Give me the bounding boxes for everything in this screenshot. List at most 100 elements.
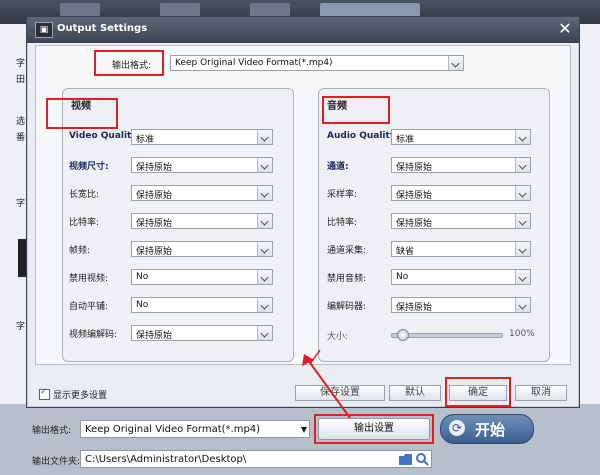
select-value: No <box>136 272 149 282</box>
chevron-down-icon[interactable] <box>257 186 272 200</box>
audio-codec-select[interactable]: 保持原始 <box>391 297 531 313</box>
dialog-title: Output Settings <box>57 23 148 34</box>
chevron-down-icon[interactable] <box>515 186 530 200</box>
close-icon[interactable]: ✕ <box>557 21 573 37</box>
select-value: 保持原始 <box>136 331 173 341</box>
start-button[interactable]: ⟳ 开始 <box>440 414 534 444</box>
left-panel-text: 田 <box>16 75 26 85</box>
audio-bitrate-select[interactable]: 保持原始 <box>391 213 531 229</box>
chevron-down-icon[interactable] <box>257 326 272 340</box>
select-value: 缺省 <box>396 247 415 257</box>
select-value: 保持原始 <box>396 219 433 229</box>
output-format-select[interactable]: Keep Original Video Format(*.mp4) <box>170 55 464 71</box>
video-size-select[interactable]: 保持原始 <box>131 157 273 173</box>
select-value: 保持原始 <box>136 191 173 201</box>
highlight-box <box>94 50 164 76</box>
auto-tile-label: 自动平铺: <box>69 302 109 312</box>
video-bitrate-select[interactable]: 保持原始 <box>131 213 273 229</box>
show-more-label: 显示更多设置 <box>53 391 108 401</box>
chevron-down-icon[interactable] <box>515 270 530 284</box>
select-value: 保持原始 <box>396 191 433 201</box>
chevron-down-icon[interactable] <box>257 298 272 312</box>
channel-label: 通道: <box>327 162 349 172</box>
chevron-down-icon[interactable] <box>515 298 530 312</box>
search-icon[interactable] <box>416 453 429 466</box>
annotation-arrow <box>302 354 351 419</box>
chevron-down-icon[interactable] <box>515 214 530 228</box>
sample-rate-label: 采样率: <box>327 190 358 200</box>
video-bitrate-label: 比特率: <box>69 218 100 228</box>
main-output-format-select[interactable]: Keep Original Video Format(*.mp4) ▼ <box>80 420 310 438</box>
aspect-ratio-select[interactable]: 保持原始 <box>131 185 273 201</box>
select-value: 标准 <box>136 135 155 145</box>
left-panel-text: 选 <box>16 117 26 127</box>
frame-rate-label: 帧频: <box>69 246 91 256</box>
sample-rate-select[interactable]: 保持原始 <box>391 185 531 201</box>
left-panel-text: 字 <box>16 199 26 209</box>
highlight-box <box>314 414 434 444</box>
disable-video-label: 禁用视频: <box>69 274 109 284</box>
disable-audio-label: 禁用音频: <box>327 274 367 284</box>
video-codec-label: 视频编解码: <box>69 330 118 340</box>
select-value: No <box>136 300 149 310</box>
start-button-label: 开始 <box>475 421 506 439</box>
default-button[interactable]: 默认 <box>389 385 441 401</box>
app-icon: ▣ <box>35 22 53 38</box>
audio-panel: 音频 Audio Quality: 标准 通道: 保持原始 采样率: 保持原始 … <box>318 88 550 362</box>
audio-quality-select[interactable]: 标准 <box>391 129 531 145</box>
chevron-down-icon[interactable] <box>515 130 530 144</box>
select-value: 保持原始 <box>136 163 173 173</box>
output-folder-value: C:\Users\Administrator\Desktop\ <box>85 454 247 465</box>
volume-slider-handle[interactable] <box>397 329 409 341</box>
left-panel-text: 字 <box>16 59 26 69</box>
select-value: 保持原始 <box>396 163 433 173</box>
chevron-down-icon[interactable] <box>515 242 530 256</box>
disable-audio-select[interactable]: No <box>391 269 531 285</box>
main-output-format-label: 输出格式: <box>32 426 72 436</box>
dialog-title-bar: ▣ Output Settings ✕ <box>27 17 579 43</box>
chevron-down-icon[interactable] <box>257 158 272 172</box>
video-quality-select[interactable]: 标准 <box>131 129 273 145</box>
show-more-checkbox[interactable] <box>39 387 50 400</box>
chevron-down-icon[interactable] <box>257 270 272 284</box>
cancel-button[interactable]: 取消 <box>515 385 567 401</box>
channel-select[interactable]: 保持原始 <box>391 157 531 173</box>
left-panel-text: 番 <box>16 133 26 143</box>
select-value: 标准 <box>396 135 415 145</box>
video-panel: 视频 Video Quality: 标准 视频尺寸: 保持原始 长宽比: 保持原… <box>62 88 294 362</box>
channel-capture-select[interactable]: 缺省 <box>391 241 531 257</box>
refresh-icon: ⟳ <box>449 420 465 436</box>
chevron-down-icon[interactable]: ▼ <box>301 425 307 434</box>
video-codec-select[interactable]: 保持原始 <box>131 325 273 341</box>
chevron-down-icon[interactable] <box>515 158 530 172</box>
frame-rate-select[interactable]: 保持原始 <box>131 241 273 257</box>
channel-capture-label: 通道采集: <box>327 246 367 256</box>
select-value: 保持原始 <box>396 303 433 313</box>
dialog-content: 输出格式: Keep Original Video Format(*.mp4) … <box>35 45 571 365</box>
folder-icon[interactable] <box>399 454 413 465</box>
volume-label: 大小: <box>327 332 349 342</box>
select-value: No <box>396 272 409 282</box>
highlight-box <box>322 96 390 124</box>
output-folder-label: 输出文件夹: <box>32 457 81 467</box>
select-value: 保持原始 <box>136 247 173 257</box>
chevron-down-icon[interactable] <box>257 214 272 228</box>
highlight-box <box>445 377 511 407</box>
chevron-down-icon[interactable] <box>448 56 463 70</box>
audio-quality-label: Audio Quality: <box>327 131 400 141</box>
auto-tile-select[interactable]: No <box>131 297 273 313</box>
disable-video-select[interactable]: No <box>131 269 273 285</box>
select-value: 保持原始 <box>136 219 173 229</box>
highlight-box <box>46 98 118 129</box>
left-panel-text: 字 <box>16 322 26 332</box>
audio-codec-label: 编解码器: <box>327 302 367 312</box>
video-size-label: 视频尺寸: <box>69 162 109 172</box>
output-folder-field[interactable]: C:\Users\Administrator\Desktop\ <box>80 450 432 468</box>
output-format-value: Keep Original Video Format(*.mp4) <box>175 58 333 68</box>
chevron-down-icon[interactable] <box>257 130 272 144</box>
audio-bitrate-label: 比特率: <box>327 218 358 228</box>
main-output-format-value: Keep Original Video Format(*.mp4) <box>85 424 261 435</box>
chevron-down-icon[interactable] <box>257 242 272 256</box>
aspect-ratio-label: 长宽比: <box>69 190 100 200</box>
volume-value: 100% <box>509 329 535 339</box>
